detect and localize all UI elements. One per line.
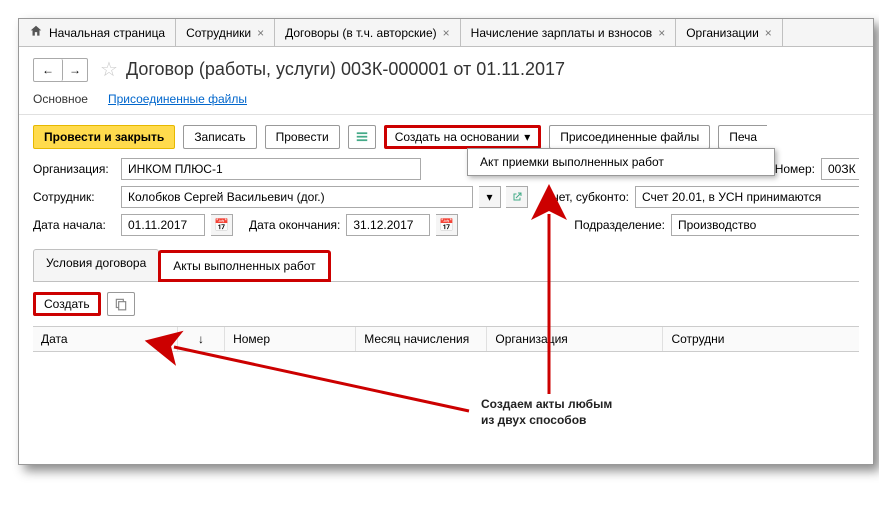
dropdown-icon[interactable]: ▾ (479, 186, 501, 208)
emp-label: Сотрудник: (33, 190, 115, 204)
copy-button[interactable] (107, 292, 135, 316)
close-icon[interactable]: × (257, 26, 264, 40)
col-org[interactable]: Организация (487, 327, 663, 351)
grid-body[interactable] (33, 352, 859, 452)
sub-toolbar: Создать (19, 282, 873, 322)
section-main[interactable]: Основное (33, 92, 88, 106)
toolbar: Провести и закрыть Записать Провести Соз… (19, 115, 873, 155)
tab-label: Организации (686, 26, 759, 40)
col-month[interactable]: Месяц начисления (356, 327, 487, 351)
forward-button[interactable]: → (63, 59, 87, 81)
tab-orgs[interactable]: Организации × (676, 19, 783, 46)
register-button[interactable] (348, 125, 376, 149)
tab-conditions[interactable]: Условия договора (33, 249, 159, 281)
create-button[interactable]: Создать (33, 292, 101, 316)
app-window: Начальная страница Сотрудники × Договоры… (18, 18, 874, 465)
page-title: Договор (работы, услуги) 00ЗК-000001 от … (126, 59, 565, 80)
tab-employees[interactable]: Сотрудники × (176, 19, 275, 46)
num-input[interactable]: 00ЗК (821, 158, 859, 180)
col-employee[interactable]: Сотрудни (663, 327, 859, 351)
row-emp: Сотрудник: Колобков Сергей Васильевич (д… (19, 183, 873, 211)
tab-label: Начисление зарплаты и взносов (471, 26, 653, 40)
back-button[interactable]: ← (34, 59, 63, 81)
org-input[interactable]: ИНКОМ ПЛЮС-1 (121, 158, 421, 180)
num-label: Номер: (775, 162, 815, 176)
close-icon[interactable]: × (443, 26, 450, 40)
home-icon (29, 24, 43, 41)
tab-label: Договоры (в т.ч. авторские) (285, 26, 437, 40)
div-label: Подразделение: (574, 218, 665, 232)
tab-label: Сотрудники (186, 26, 251, 40)
chevron-down-icon: ▾ (524, 130, 530, 144)
row-dates: Дата начала: 01.11.2017 📅 Дата окончания… (19, 211, 873, 239)
favorite-star-icon[interactable]: ☆ (100, 57, 118, 82)
menu-item-act[interactable]: Акт приемки выполненных работ (480, 155, 664, 169)
start-date-input[interactable]: 01.11.2017 (121, 214, 205, 236)
start-label: Дата начала: (33, 218, 115, 232)
calendar-icon[interactable]: 📅 (436, 214, 458, 236)
inner-tabs: Условия договора Акты выполненных работ (33, 249, 859, 282)
tab-home[interactable]: Начальная страница (19, 19, 176, 46)
annotation: Создаем акты любым из двух способов (481, 397, 612, 428)
save-button[interactable]: Записать (183, 125, 256, 149)
tab-acts[interactable]: Акты выполненных работ (158, 250, 330, 282)
col-date[interactable]: Дата (33, 327, 178, 351)
close-icon[interactable]: × (658, 26, 665, 40)
acc-label: Счет, субконто: (544, 190, 629, 204)
copy-icon (114, 297, 128, 311)
div-input[interactable]: Производство (671, 214, 859, 236)
tab-payroll[interactable]: Начисление зарплаты и взносов × (461, 19, 677, 46)
end-date-input[interactable]: 31.12.2017 (346, 214, 430, 236)
emp-input[interactable]: Колобков Сергей Васильевич (дог.) (121, 186, 473, 208)
calendar-icon[interactable]: 📅 (211, 214, 233, 236)
section-tabs: Основное Присоединенные файлы (19, 86, 873, 115)
attached-files-button[interactable]: Присоединенные файлы (549, 125, 710, 149)
section-files[interactable]: Присоединенные файлы (108, 92, 247, 106)
create-based-on-menu: Акт приемки выполненных работ (467, 148, 775, 176)
create-based-on-button[interactable]: Создать на основании ▾ (384, 125, 542, 149)
col-number[interactable]: Номер (225, 327, 356, 351)
org-label: Организация: (33, 162, 115, 176)
print-button[interactable]: Печа (718, 125, 767, 149)
tab-label: Начальная страница (49, 26, 165, 40)
post-and-close-button[interactable]: Провести и закрыть (33, 125, 175, 149)
post-button[interactable]: Провести (265, 125, 340, 149)
close-icon[interactable]: × (765, 26, 772, 40)
col-sort[interactable]: ↓ (178, 327, 225, 351)
open-icon[interactable] (506, 186, 528, 208)
acc-input[interactable]: Счет 20.01, в УСН принимаются (635, 186, 859, 208)
end-label: Дата окончания: (249, 218, 340, 232)
top-tabs: Начальная страница Сотрудники × Договоры… (19, 19, 873, 47)
grid-header: Дата ↓ Номер Месяц начисления Организаци… (33, 326, 859, 352)
header-row: ← → ☆ Договор (работы, услуги) 00ЗК-0000… (19, 47, 873, 86)
tab-contracts[interactable]: Договоры (в т.ч. авторские) × (275, 19, 461, 46)
list-icon (355, 130, 369, 144)
